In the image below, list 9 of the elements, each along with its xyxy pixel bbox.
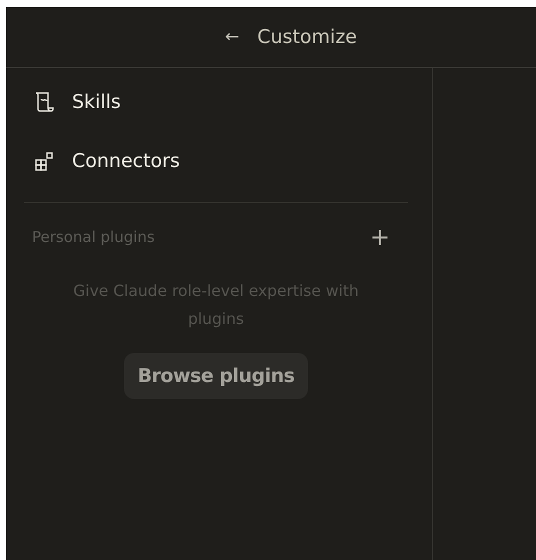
page-title: Customize	[257, 26, 357, 48]
browse-button[interactable]: Browse plugins	[124, 353, 308, 399]
nav-item[interactable]: Skills	[24, 90, 408, 132]
blocks-icon	[34, 151, 54, 171]
section-title: Personal plugins	[32, 228, 155, 246]
back-button[interactable]: ←	[225, 27, 240, 47]
scroll-icon	[34, 91, 54, 113]
nav-item[interactable]: Connectors	[24, 132, 408, 190]
add-button[interactable]: +	[370, 225, 390, 249]
